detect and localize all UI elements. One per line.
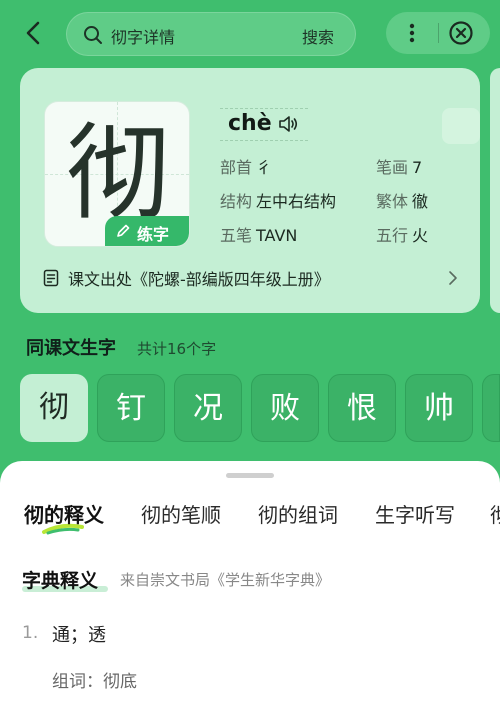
close-icon[interactable] (448, 20, 474, 46)
search-query: 彻字详情 (111, 28, 176, 47)
attr-radical: 部首彳 (220, 158, 273, 177)
back-arrow-icon[interactable] (18, 17, 50, 49)
lesson-source-text: 课文出处《陀螺-部编版四年级上册》 (68, 270, 330, 289)
practice-button[interactable]: 练字 (105, 216, 189, 246)
tab-word-groups[interactable]: 彻的组词 (258, 499, 338, 528)
tab-meaning[interactable]: 彻的释义 (24, 499, 104, 528)
attr-five-elements: 五行火 (376, 226, 429, 245)
lesson-char-tile[interactable]: 钉 (97, 374, 165, 442)
tab-dictation[interactable]: 生字听写 (375, 499, 455, 528)
speaker-icon[interactable] (278, 114, 300, 134)
search-button[interactable]: 搜索 (302, 24, 334, 48)
definition-words: 组词：彻底 (52, 672, 137, 692)
dictionary-source: 来自崇文书局《学生新华字典》 (120, 571, 331, 589)
top-bar: 彻字详情 搜索 (0, 0, 500, 66)
detail-sheet: 彻的释义 彻的笔顺 彻的组词 生字听写 彻 字典释义 来自崇文书局《学生新华字典… (0, 461, 500, 705)
pinyin-guide-line (220, 140, 308, 141)
lesson-source-link[interactable]: 课文出处《陀螺-部编版四年级上册》 (42, 266, 462, 290)
more-dots-icon[interactable] (400, 21, 424, 45)
character-display: 彻 练字 (44, 101, 190, 247)
next-card-edge (490, 68, 500, 313)
capsule-divider (438, 23, 439, 43)
lesson-char-tile[interactable]: 败 (251, 374, 319, 442)
attr-strokes: 笔画 7 (376, 158, 423, 177)
attr-traditional: 繁体徹 (376, 192, 429, 211)
lesson-char-tile[interactable]: 况 (174, 374, 242, 442)
definition-number: 1. (22, 623, 39, 643)
pinyin: chè (228, 111, 272, 136)
document-icon (43, 269, 59, 287)
search-input[interactable]: 彻字详情 搜索 (66, 12, 356, 56)
decorative-box (442, 108, 480, 144)
character-count: 共计16个字 (137, 340, 217, 358)
chevron-right-icon (449, 271, 457, 285)
attr-structure: 结构 左中右结构 (220, 192, 337, 211)
lesson-char-tile[interactable]: 彻 (20, 374, 88, 442)
lesson-char-tile[interactable]: 恨 (328, 374, 396, 442)
practice-label: 练字 (137, 225, 170, 244)
dictionary-title: 字典释义 (22, 570, 99, 592)
pencil-icon (117, 224, 130, 237)
character-card: 彻 练字 chè 部首彳 笔画 7 结构 左中右结构 繁体徹 五笔 TAVN 五行火 (20, 68, 480, 313)
tab-stroke-order[interactable]: 彻的笔顺 (141, 499, 221, 528)
lesson-char-tile[interactable]: 帅 (405, 374, 473, 442)
tab-partial[interactable]: 彻 (490, 499, 500, 528)
search-icon (84, 26, 102, 44)
mini-program-capsule (386, 12, 490, 54)
sheet-drag-handle[interactable] (226, 473, 274, 478)
attr-wubi: 五笔 TAVN (220, 226, 298, 245)
lesson-char-tile-partial[interactable] (482, 374, 500, 442)
section-title: 同课文生字 (26, 338, 116, 359)
definition-text: 通；透 (52, 625, 106, 646)
pinyin-guide-line (220, 108, 308, 109)
